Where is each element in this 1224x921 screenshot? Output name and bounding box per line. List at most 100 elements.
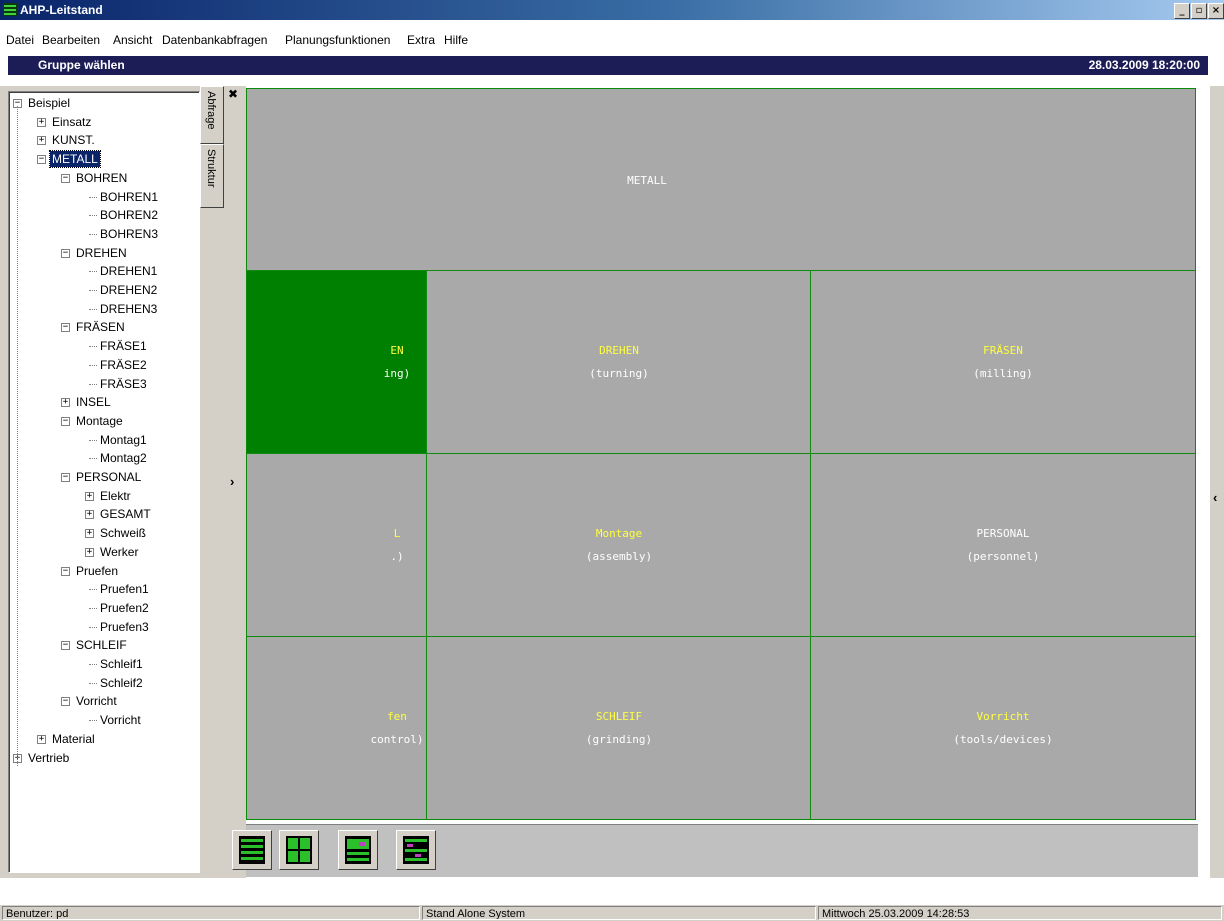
tree-node[interactable]: − Vorricht [9,693,199,709]
status-date: Mittwoch 25.03.2009 14:28:53 [818,906,1222,920]
expand-icon[interactable]: + [37,734,46,744]
collapse-icon[interactable]: − [61,697,70,707]
tree-node[interactable]: − Montage [9,413,199,429]
tree-connector [89,233,97,235]
grid-cell-subtitle: (personnel) [966,550,1040,563]
menu-datenbankabfragen[interactable]: Datenbankabfragen [162,33,267,47]
view-button-3[interactable] [338,830,378,870]
tree-node[interactable]: − FRÄSEN [9,319,199,335]
menu-planungsfunktionen[interactable]: Planungsfunktionen [285,33,390,47]
grid-cell[interactable]: L.) [247,454,427,637]
collapse-icon[interactable]: − [61,323,70,333]
grid-cell[interactable]: Montage (assembly) [427,454,811,637]
tree-node[interactable]: Pruefen2 [9,600,199,616]
tree-node[interactable]: Vorricht [9,712,199,728]
expand-icon[interactable]: + [61,398,70,408]
tab-abfrage[interactable]: Abfrage [200,86,224,144]
expand-icon[interactable]: + [85,510,94,520]
tree-node[interactable]: + Vertrieb [9,750,199,766]
tree-node[interactable]: Pruefen3 [9,619,199,635]
expand-right-button[interactable]: ‹ [1213,490,1217,505]
menu-extra[interactable]: Extra [407,33,435,47]
tree-node-label: GESAMT [100,507,151,522]
collapse-panel-button[interactable]: › [230,474,234,489]
view-button-1[interactable] [232,830,272,870]
tree-node-label: Pruefen [76,563,119,578]
grid-cell[interactable]: FRÄSEN (milling) [811,271,1195,454]
tree-node[interactable]: − Beispiel [9,95,199,111]
tree-node[interactable]: + KUNST. [9,132,199,148]
collapse-icon[interactable]: − [61,641,70,651]
grid-cell[interactable]: EN ing) [247,271,427,454]
tree-node[interactable]: − BOHREN [9,170,199,186]
tree-node-label: INSEL [76,395,111,410]
tree-node[interactable]: FRÄSE1 [9,338,199,354]
tree-node[interactable]: − METALL [9,150,199,169]
close-button[interactable]: × [1208,3,1224,19]
tree-node[interactable]: + INSEL [9,394,199,410]
tree-node[interactable]: + Material [9,731,199,747]
grid-cell[interactable]: PERSONAL (personnel) [811,454,1195,637]
collapse-icon[interactable]: − [37,155,46,165]
tree-node-label: KUNST. [52,133,95,148]
tree-node[interactable]: + Elektr [9,488,199,504]
tree-node[interactable]: DREHEN1 [9,263,199,279]
grid-top-cell[interactable]: METALL [247,89,1195,271]
tree-node-label: DREHEN3 [100,301,158,316]
tree-node[interactable]: Schleif2 [9,675,199,691]
pin-icon[interactable]: ✖ [228,87,238,101]
expand-icon[interactable]: + [85,529,94,539]
right-collapse-bar[interactable]: ‹ [1209,86,1224,878]
expand-icon[interactable]: + [85,491,94,501]
tree-node[interactable]: − DREHEN [9,245,199,261]
tree-node[interactable]: Pruefen1 [9,581,199,597]
view-button-2[interactable] [279,830,319,870]
tree-node-label: FRÄSE3 [100,376,147,391]
tree-node[interactable]: Montag1 [9,432,199,448]
grid-cell[interactable]: SCHLEIF (grinding) [427,637,811,819]
tab-struktur[interactable]: Struktur [200,144,224,208]
menu-hilfe[interactable]: Hilfe [444,33,468,47]
tree-node[interactable]: Schleif1 [9,656,199,672]
tree-node-label: Pruefen3 [100,619,149,634]
tree-node[interactable]: DREHEN2 [9,282,199,298]
tree-node[interactable]: FRÄSE2 [9,357,199,373]
tree-connector [89,607,97,609]
expand-icon[interactable]: + [37,117,46,127]
tree-node[interactable]: + Werker [9,544,199,560]
minimize-button[interactable]: _ [1174,3,1190,19]
collapse-icon[interactable]: − [61,566,70,576]
title-bar[interactable]: AHP-Leitstand _ ▫ × [0,0,1224,20]
expand-icon[interactable]: + [37,136,46,146]
tree-node[interactable]: DREHEN3 [9,301,199,317]
tree-node-label: METALL [49,150,101,169]
collapse-icon[interactable]: − [61,173,70,183]
menu-datei[interactable]: Datei [6,33,34,47]
tree-node[interactable]: − PERSONAL [9,469,199,485]
tree-node[interactable]: + Einsatz [9,114,199,130]
grid-cell[interactable]: Vorricht (tools/devices) [811,637,1195,819]
tree-node[interactable]: BOHREN1 [9,189,199,205]
tree-node[interactable]: − Pruefen [9,563,199,579]
tree-node[interactable]: + GESAMT [9,506,199,522]
tree-connector [89,290,97,291]
collapse-icon[interactable]: − [61,416,70,426]
tree-node[interactable]: Montag2 [9,450,199,466]
menu-bearbeiten[interactable]: Bearbeiten [42,33,100,47]
expand-icon[interactable]: + [85,547,94,557]
page-title: Gruppe wählen [38,58,125,72]
grid-cell[interactable]: DREHEN (turning) [427,271,811,454]
tree-node[interactable]: − SCHLEIF [9,637,199,653]
tree-node[interactable]: BOHREN2 [9,207,199,223]
collapse-icon[interactable]: − [61,248,70,258]
view-button-4[interactable] [396,830,436,870]
tree-node[interactable]: + Schweiß [9,525,199,541]
collapse-icon[interactable]: − [61,473,70,482]
tree-node[interactable]: BOHREN3 [9,226,199,242]
menu-ansicht[interactable]: Ansicht [113,33,152,47]
structure-tree[interactable]: − Beispiel + Einsatz + KUNST. − METALL − BOHREN BO… [8,91,200,873]
tree-node[interactable]: FRÄSE3 [9,376,199,392]
grid-cell[interactable]: fen control) [247,637,427,819]
tree-connector [89,439,97,441]
maximize-button[interactable]: ▫ [1191,3,1207,19]
